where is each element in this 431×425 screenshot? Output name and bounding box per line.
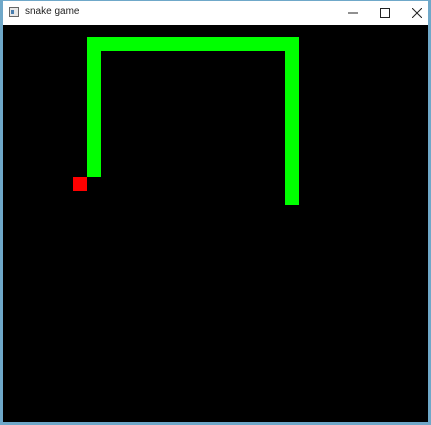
- snake-segment: [87, 37, 299, 51]
- minimize-button[interactable]: [337, 1, 369, 25]
- maximize-button[interactable]: [369, 1, 401, 25]
- close-button[interactable]: [401, 1, 431, 25]
- game-canvas[interactable]: [3, 25, 428, 422]
- title-bar[interactable]: snake game: [3, 1, 428, 25]
- window-title: snake game: [25, 6, 80, 17]
- app-window: snake game: [0, 0, 431, 425]
- minimize-icon: [348, 12, 358, 14]
- app-icon: [9, 7, 19, 17]
- close-icon: [412, 8, 422, 18]
- snake-segment: [87, 37, 101, 177]
- maximize-icon: [380, 8, 390, 18]
- food-pellet: [73, 177, 87, 191]
- snake-segment: [285, 37, 299, 205]
